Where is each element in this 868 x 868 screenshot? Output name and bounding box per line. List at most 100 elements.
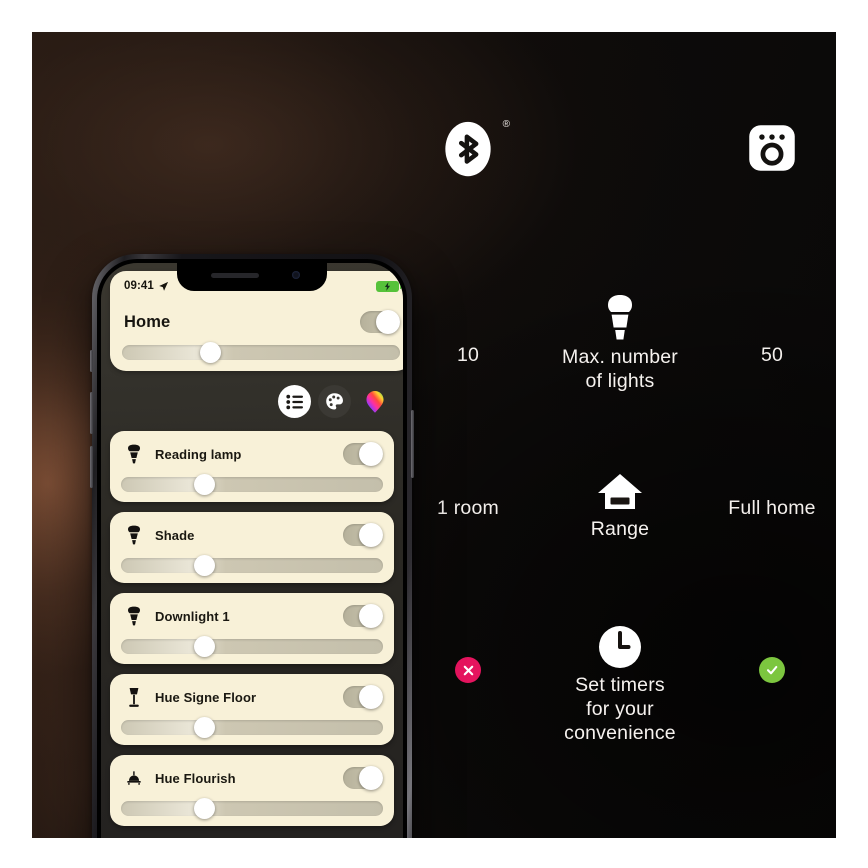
light-name: Reading lamp	[155, 446, 242, 462]
light-toggle[interactable]	[343, 766, 383, 790]
registered-trademark-symbol: ®	[502, 119, 510, 130]
feature-center-range: Range	[532, 472, 708, 542]
status-time: 09:41	[124, 280, 169, 292]
list-item[interactable]: Hue Signe Floor	[110, 674, 394, 745]
light-name: Downlight 1	[155, 608, 230, 624]
color-picker-icon	[365, 390, 384, 413]
location-arrow-icon	[159, 281, 169, 291]
feature-right-value-max-lights: 50	[760, 344, 784, 366]
hue-bridge-icon	[744, 120, 800, 176]
list-item[interactable]: Reading lamp	[110, 431, 394, 502]
house-icon	[597, 472, 643, 514]
light-name: Hue Signe Floor	[155, 689, 257, 705]
feature-row-range: 1 room Range Full home	[404, 472, 836, 542]
phone-bezel: 09:41 Home Reading lamp Shade Downlight …	[97, 259, 407, 838]
feature-center-max-lights: Max. number of lights	[532, 294, 708, 394]
light-toggle[interactable]	[343, 442, 383, 466]
toggle-knob	[359, 766, 383, 790]
screenshot-canvas: ® 10 Max. number of lights 50 1 room Ran…	[0, 0, 868, 868]
feature-left-value-max-lights: 10	[456, 344, 480, 366]
home-card[interactable]: 09:41 Home	[110, 271, 403, 371]
feature-center-timers: Set timers for your convenience	[532, 624, 708, 745]
status-time-label: 09:41	[124, 280, 154, 292]
feature-left-max-lights: 10	[404, 294, 532, 367]
feature-right-range: Full home	[708, 472, 836, 520]
caption-line-2: for your	[586, 697, 654, 720]
palette-icon	[326, 393, 343, 410]
spot-bulb-icon	[121, 444, 147, 464]
caption-line-3: convenience	[564, 721, 676, 744]
mode-button-list[interactable]	[278, 385, 311, 418]
feature-right-max-lights: 50	[708, 294, 836, 367]
battery-charging-icon	[376, 280, 402, 292]
slider-knob	[194, 798, 216, 819]
feature-center-caption-max-lights: Max. number of lights	[562, 346, 678, 394]
feature-left-timers	[404, 624, 532, 683]
caption-line-1: Set timers	[575, 674, 665, 696]
mode-button-scenes[interactable]	[318, 385, 351, 418]
hue-app-screen: 09:41 Home Reading lamp Shade Downlight …	[101, 263, 403, 838]
slider-knob	[194, 636, 216, 657]
clock-icon	[597, 624, 643, 670]
mode-button-color[interactable]	[358, 385, 391, 418]
spot-bulb-icon	[121, 606, 147, 626]
light-brightness-slider[interactable]	[121, 474, 383, 495]
ceiling-lamp-icon	[121, 770, 147, 786]
feature-row-timers: Set timers for your convenience	[404, 624, 836, 745]
phone-power-button[interactable]	[411, 410, 414, 478]
feature-left-range: 1 room	[404, 472, 532, 520]
light-name: Hue Flourish	[155, 770, 236, 786]
feature-row-technology: ®	[404, 119, 836, 178]
feature-comparison-column: ® 10 Max. number of lights 50 1 room Ran…	[404, 32, 836, 838]
feature-right-value-range: Full home	[728, 497, 816, 519]
light-brightness-slider[interactable]	[121, 717, 383, 738]
caption-line-2: of lights	[585, 369, 655, 392]
feature-row-max-lights: 10 Max. number of lights 50	[404, 294, 836, 394]
feature-left-technology: ®	[404, 119, 532, 178]
bluetooth-icon: ®	[439, 119, 510, 178]
toggle-knob	[359, 523, 383, 547]
status-bar: 09:41	[110, 271, 403, 301]
phone-mockup: 09:41 Home Reading lamp Shade Downlight …	[90, 254, 414, 838]
light-toggle[interactable]	[343, 685, 383, 709]
phone-volume-up-button[interactable]	[90, 392, 93, 434]
list-icon	[285, 394, 303, 409]
light-toggle[interactable]	[343, 604, 383, 628]
feature-center-caption-range: Range	[591, 518, 649, 542]
cross-badge-icon	[455, 657, 481, 683]
slider-knob	[194, 555, 216, 576]
list-item[interactable]: Hue Flourish	[110, 755, 394, 826]
light-brightness-slider[interactable]	[121, 636, 383, 657]
home-brightness-slider[interactable]	[122, 342, 400, 363]
list-item[interactable]: Downlight 1	[110, 593, 394, 664]
check-badge-icon	[759, 657, 785, 683]
home-master-toggle[interactable]	[360, 310, 400, 334]
comparison-panel: ® 10 Max. number of lights 50 1 room Ran…	[32, 32, 836, 838]
mode-button-group	[278, 385, 391, 418]
floor-lamp-icon	[121, 687, 147, 708]
spot-bulb-icon	[121, 525, 147, 545]
home-title: Home	[124, 312, 171, 331]
light-toggle[interactable]	[343, 523, 383, 547]
light-brightness-slider[interactable]	[121, 798, 383, 819]
feature-center-caption-timers: Set timers for your convenience	[564, 674, 676, 745]
home-row: Home	[110, 305, 403, 339]
toggle-knob	[359, 604, 383, 628]
toggle-knob	[359, 685, 383, 709]
feature-left-value-range: 1 room	[437, 497, 499, 519]
caption-line-1: Range	[590, 518, 650, 540]
light-list: Reading lamp Shade Downlight 1 Hue Signe…	[110, 431, 394, 836]
slider-knob	[194, 474, 216, 495]
light-bulb-icon	[600, 294, 640, 342]
light-name: Shade	[155, 527, 195, 543]
slider-knob	[199, 342, 221, 363]
feature-right-technology	[708, 120, 836, 176]
list-item[interactable]: Shade	[110, 512, 394, 583]
caption-line-1: Max. number	[562, 346, 678, 368]
feature-right-timers	[708, 624, 836, 683]
toggle-knob	[359, 442, 383, 466]
phone-volume-down-button[interactable]	[90, 446, 93, 488]
phone-mute-switch[interactable]	[90, 350, 93, 372]
toggle-knob	[376, 310, 400, 334]
light-brightness-slider[interactable]	[121, 555, 383, 576]
